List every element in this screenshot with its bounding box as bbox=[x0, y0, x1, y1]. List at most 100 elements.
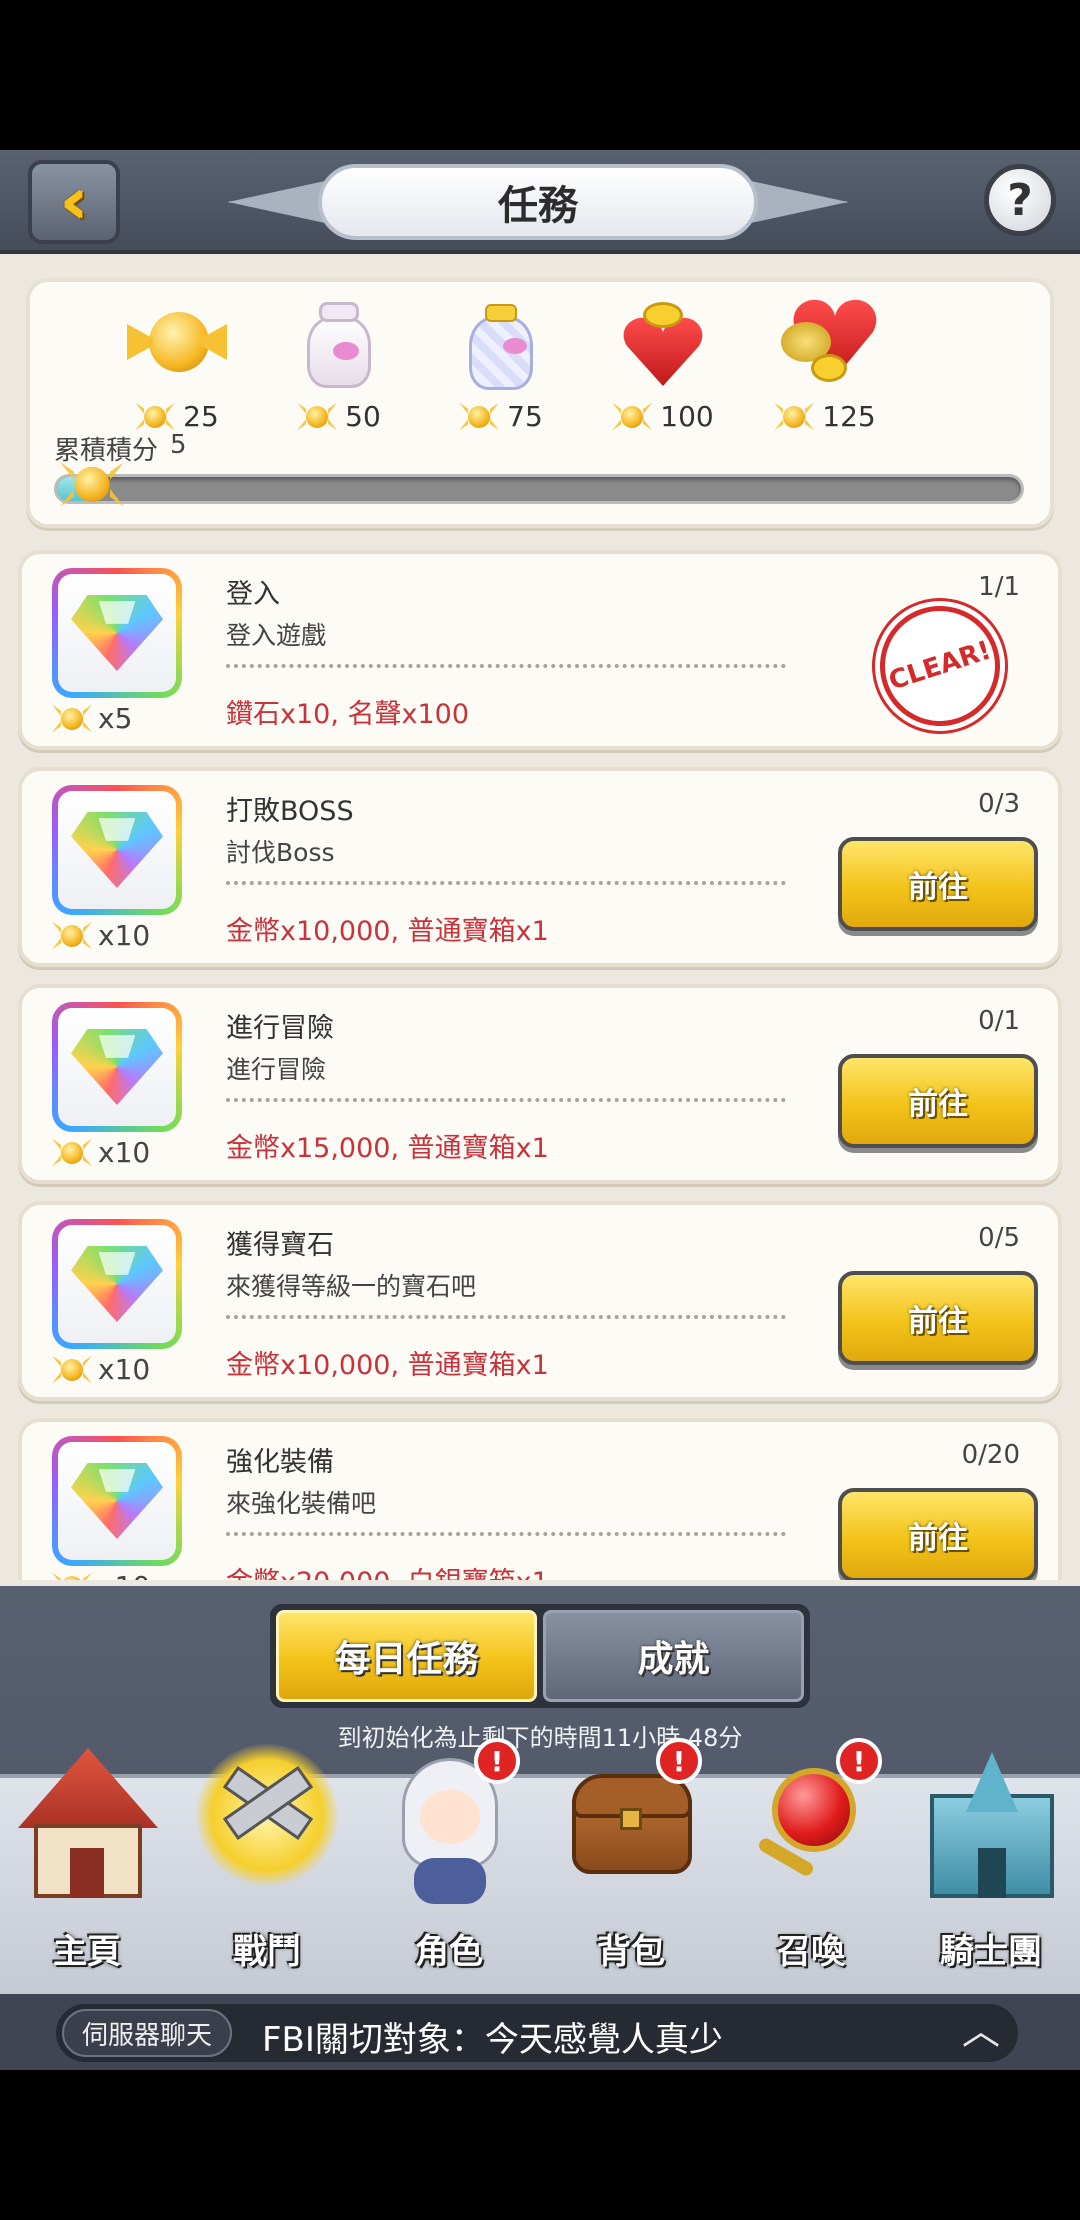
accumulated-points-value: 5 bbox=[170, 430, 187, 460]
chat-bar: 伺服器聊天 FBI關切對象：今天感覺人真少 ︿ bbox=[0, 1994, 1080, 2070]
house-icon bbox=[12, 1738, 162, 1908]
tab-achievements-label: 成就 bbox=[637, 1639, 710, 1680]
header-bar: ‹‹ 任務 ? bbox=[0, 150, 1080, 254]
crossed-swords-icon bbox=[192, 1738, 342, 1908]
reward-required-points: 25 bbox=[183, 400, 219, 433]
reward-tier-3[interactable]: 75 bbox=[436, 294, 566, 433]
reward-tier-5[interactable]: 125 bbox=[760, 294, 890, 433]
candy-icon bbox=[52, 922, 92, 950]
candy-icon bbox=[297, 403, 337, 431]
page-title: 任務 bbox=[498, 183, 578, 229]
reward-tier-1[interactable]: 25 bbox=[112, 294, 242, 433]
go-button-label: 前往 bbox=[908, 1521, 968, 1556]
diamond-icon bbox=[52, 785, 182, 915]
back-button[interactable]: ‹‹ bbox=[28, 160, 120, 244]
points-panel: 25 50 75 100 125 累積積分 5 bbox=[26, 278, 1054, 528]
quest-list[interactable]: x5 登入 登入遊戲 鑽石x10, 名聲x100 1/1 CLEAR! x10 … bbox=[18, 550, 1062, 1580]
nav-item-bag-label: 背包 bbox=[597, 1932, 665, 1972]
candy-icon bbox=[612, 403, 652, 431]
quest-reward: 鑽石x10, 名聲x100 bbox=[226, 699, 470, 730]
reward-required-points: 75 bbox=[507, 400, 543, 433]
candy-icon bbox=[459, 403, 499, 431]
candy-icon bbox=[127, 294, 227, 394]
clear-stamp: CLEAR! bbox=[864, 590, 1016, 742]
chat-pill[interactable]: 伺服器聊天 FBI關切對象：今天感覺人真少 ︿ bbox=[56, 2004, 1018, 2062]
quest-card: x5 登入 登入遊戲 鑽石x10, 名聲x100 1/1 CLEAR! bbox=[18, 550, 1062, 750]
quest-divider bbox=[226, 1532, 786, 1536]
chat-message: FBI關切對象：今天感覺人真少 bbox=[262, 2020, 723, 2060]
quest-progress: 1/1 bbox=[978, 572, 1020, 602]
quest-reward: 金幣x20,000, 白銀寶箱x1 bbox=[226, 1560, 549, 1580]
nav-item-knights[interactable]: 騎士團 bbox=[906, 1738, 1076, 1988]
quest-progress: 0/1 bbox=[978, 1006, 1020, 1036]
go-button-label: 前往 bbox=[908, 1087, 968, 1122]
go-button[interactable]: 前往 bbox=[838, 837, 1038, 931]
quest-reward: 金幣x10,000, 普通寶箱x1 bbox=[226, 916, 549, 947]
quest-reward: 金幣x10,000, 普通寶箱x1 bbox=[226, 1350, 549, 1381]
notification-badge: ! bbox=[836, 1738, 882, 1784]
candy-icon bbox=[52, 1139, 92, 1167]
reward-tier-2[interactable]: 50 bbox=[274, 294, 404, 433]
quest-progress: 0/20 bbox=[961, 1440, 1020, 1470]
double-chevron-left-icon: ‹‹ bbox=[59, 165, 89, 239]
candy-icon bbox=[60, 462, 124, 507]
candy-icon bbox=[52, 1356, 92, 1384]
reward-tier-4[interactable]: 100 bbox=[598, 294, 728, 433]
points-progress-bar bbox=[54, 474, 1024, 504]
go-button[interactable]: 前往 bbox=[838, 1271, 1038, 1365]
quest-divider bbox=[226, 1315, 786, 1319]
nav-item-bag[interactable]: ! 背包 bbox=[546, 1738, 716, 1988]
quest-card: x10 進行冒險 進行冒險 金幣x15,000, 普通寶箱x1 0/1 前往 bbox=[18, 984, 1062, 1184]
quest-points: x10 bbox=[52, 1353, 150, 1386]
quest-description: 討伐Boss bbox=[226, 838, 335, 867]
nav-item-home[interactable]: 主頁 bbox=[2, 1738, 172, 1988]
reward-required-points: 125 bbox=[822, 400, 876, 433]
quest-card: x10 強化裝備 來強化裝備吧 金幣x20,000, 白銀寶箱x1 0/20 前… bbox=[18, 1418, 1062, 1580]
nav-item-summon-label: 召喚 bbox=[777, 1932, 845, 1972]
go-button-label: 前往 bbox=[908, 1304, 968, 1339]
go-button[interactable]: 前往 bbox=[838, 1054, 1038, 1148]
quest-points: x10 bbox=[52, 1136, 150, 1169]
gift-bag-icon bbox=[451, 294, 551, 394]
quest-progress: 0/3 bbox=[978, 789, 1020, 819]
quest-divider bbox=[226, 1098, 786, 1102]
tab-achievements[interactable]: 成就 bbox=[543, 1610, 804, 1702]
quest-title: 打敗BOSS bbox=[226, 796, 354, 827]
tab-daily-quests[interactable]: 每日任務 bbox=[276, 1610, 537, 1702]
diamond-icon bbox=[52, 1219, 182, 1349]
tab-daily-quests-label: 每日任務 bbox=[334, 1639, 479, 1680]
quest-description: 來強化裝備吧 bbox=[226, 1489, 377, 1518]
help-button[interactable]: ? bbox=[984, 164, 1056, 236]
nav-item-knights-label: 騎士團 bbox=[940, 1932, 1042, 1972]
quest-description: 來獲得等級一的寶石吧 bbox=[226, 1272, 477, 1301]
quest-divider bbox=[226, 664, 786, 668]
quest-points: x5 bbox=[52, 702, 132, 735]
nav-item-summon[interactable]: ! 召喚 bbox=[726, 1738, 896, 1988]
go-button[interactable]: 前往 bbox=[838, 1488, 1038, 1580]
quest-tabs: 每日任務 成就 bbox=[270, 1604, 810, 1708]
candy-icon bbox=[52, 705, 92, 733]
chat-channel-button[interactable]: 伺服器聊天 bbox=[62, 2009, 233, 2057]
quest-progress: 0/5 bbox=[978, 1223, 1020, 1253]
reward-required-points: 50 bbox=[345, 400, 381, 433]
go-button-label: 前往 bbox=[908, 870, 968, 905]
quest-description: 登入遊戲 bbox=[226, 621, 327, 650]
castle-icon bbox=[916, 1738, 1066, 1908]
nav-item-character[interactable]: ! 角色 bbox=[364, 1738, 534, 1988]
quest-title: 強化裝備 bbox=[226, 1447, 334, 1478]
nav-item-home-label: 主頁 bbox=[53, 1932, 121, 1972]
diamond-icon bbox=[52, 1002, 182, 1132]
quest-card: x10 打敗BOSS 討伐Boss 金幣x10,000, 普通寶箱x1 0/3 … bbox=[18, 767, 1062, 967]
heart-box-icon bbox=[613, 294, 713, 394]
candy-icon bbox=[774, 403, 814, 431]
page-title-box: 任務 bbox=[318, 164, 758, 240]
chevron-up-icon[interactable]: ︿ bbox=[962, 2012, 1000, 2050]
nav-item-battle[interactable]: 戰鬥 bbox=[182, 1738, 352, 1988]
notification-badge: ! bbox=[474, 1738, 520, 1784]
quest-title: 獲得寶石 bbox=[226, 1230, 334, 1261]
reward-required-points: 100 bbox=[660, 400, 714, 433]
candy-icon bbox=[135, 403, 175, 431]
candy-icon bbox=[52, 1573, 92, 1580]
quest-description: 進行冒險 bbox=[226, 1055, 327, 1084]
title-plate: 任務 bbox=[228, 160, 848, 244]
